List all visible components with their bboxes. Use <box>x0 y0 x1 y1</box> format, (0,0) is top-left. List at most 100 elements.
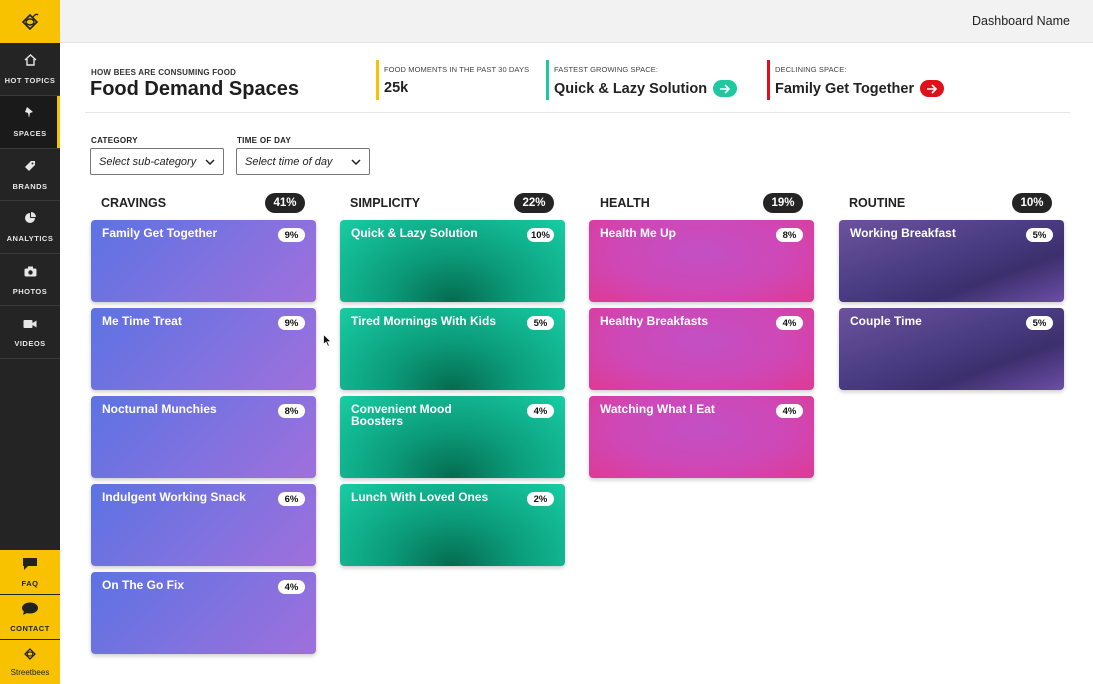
sidebar-item-label: SPACES <box>13 129 47 138</box>
space-card-percent: 6% <box>278 492 305 506</box>
sidebar-item-spaces[interactable]: SPACES <box>0 96 60 148</box>
space-card-me-time-treat[interactable]: Me Time Treat 9% <box>91 308 316 390</box>
space-card-nocturnal-munchies[interactable]: Nocturnal Munchies 8% <box>91 396 316 478</box>
stat-caption: FASTEST GROWING SPACE: <box>554 65 659 74</box>
space-card-name: Working Breakfast <box>850 226 956 240</box>
sidebar-item-label: BRANDS <box>12 182 48 191</box>
sidebar-item-analytics[interactable]: ANALYTICS <box>0 201 60 253</box>
header-divider <box>85 112 1070 113</box>
column-title-cravings: CRAVINGS <box>101 196 167 210</box>
speech-bubble-icon <box>21 602 39 621</box>
space-card-working-breakfast[interactable]: Working Breakfast 5% <box>839 220 1064 302</box>
sidebar: HOT TOPICS SPACES BRANDS ANALYTICS PHOTO… <box>0 0 60 684</box>
space-card-name: Healthy Breakfasts <box>600 314 709 328</box>
faq-label: FAQ <box>21 578 39 588</box>
space-card-percent: 8% <box>278 404 305 418</box>
space-card-indulgent-working-snack[interactable]: Indulgent Working Snack 6% <box>91 484 316 566</box>
contact-button[interactable]: CONTACT <box>0 595 60 639</box>
space-card-family-get-together[interactable]: Family Get Together 9% <box>91 220 316 302</box>
column-percent-badge: 22% <box>514 193 554 213</box>
space-card-health-me-up[interactable]: Health Me Up 8% <box>589 220 814 302</box>
mouse-cursor-icon <box>323 333 333 352</box>
space-card-name: Nocturnal Munchies <box>102 402 217 416</box>
brand-name: Streetbees <box>10 668 50 677</box>
space-card-percent: 5% <box>527 316 554 330</box>
stat-value: 25k <box>384 80 409 96</box>
space-card-percent: 10% <box>527 228 554 242</box>
chevron-down-icon <box>205 156 215 168</box>
page-eyebrow: HOW BEES ARE CONSUMING FOOD <box>91 68 237 77</box>
tag-icon <box>24 159 36 177</box>
space-card-convenient-mood-boosters[interactable]: Convenient Mood Boosters 4% <box>340 396 565 478</box>
space-card-name: Health Me Up <box>600 226 677 240</box>
time-of-day-select[interactable]: Select time of day <box>236 148 370 175</box>
streetbees-logo: Streetbees <box>0 640 60 684</box>
space-card-name: Family Get Together <box>102 226 218 240</box>
arrow-right-icon[interactable] <box>713 80 738 97</box>
space-card-name: Quick & Lazy Solution <box>351 226 478 240</box>
space-card-percent: 8% <box>776 228 803 242</box>
home-icon <box>24 53 37 71</box>
stat-food-moments: FOOD MOMENTS IN THE PAST 30 DAYS 25k <box>376 60 536 100</box>
stat-value: Family Get Together <box>775 80 915 97</box>
space-card-quick-lazy-solution[interactable]: Quick & Lazy Solution 10% <box>340 220 565 302</box>
sidebar-item-brands[interactable]: BRANDS <box>0 149 60 201</box>
space-card-percent: 4% <box>278 580 305 594</box>
column-title-routine: ROUTINE <box>849 196 906 210</box>
category-select[interactable]: Select sub-category <box>90 148 224 175</box>
camera-icon <box>24 264 37 282</box>
space-card-name: Lunch With Loved Ones <box>351 490 489 504</box>
stat-fastest-growing: FASTEST GROWING SPACE: Quick & Lazy Solu… <box>546 60 756 100</box>
sidebar-item-label: PHOTOS <box>12 287 48 296</box>
space-card-percent: 5% <box>1026 228 1053 242</box>
column-title-health: HEALTH <box>600 196 650 210</box>
sidebar-item-label: ANALYTICS <box>6 234 54 243</box>
category-label: CATEGORY <box>91 136 138 145</box>
stat-caption: DECLINING SPACE: <box>775 65 847 74</box>
column-percent-badge: 10% <box>1012 193 1052 213</box>
chat-icon <box>22 557 38 576</box>
space-card-couple-time[interactable]: Couple Time 5% <box>839 308 1064 390</box>
page-title: Food Demand Spaces <box>90 78 299 100</box>
space-card-name: Tired Mornings With Kids <box>351 314 497 328</box>
space-card-name: Indulgent Working Snack <box>102 490 246 504</box>
space-card-name: Convenient Mood Boosters <box>351 402 452 428</box>
select-value: Select sub-category <box>99 155 197 168</box>
space-card-percent: 5% <box>1026 316 1053 330</box>
sidebar-item-label: VIDEOS <box>14 339 46 348</box>
space-card-percent: 9% <box>278 228 305 242</box>
column-percent-badge: 19% <box>763 193 803 213</box>
dashboard-name[interactable]: Dashboard Name <box>972 14 1070 28</box>
space-card-lunch-with-loved-ones[interactable]: Lunch With Loved Ones 2% <box>340 484 565 566</box>
space-card-percent: 4% <box>776 316 803 330</box>
pin-icon <box>24 106 36 124</box>
sidebar-item-photos[interactable]: PHOTOS <box>0 254 60 306</box>
space-card-percent: 4% <box>527 404 554 418</box>
space-card-tired-mornings-with-kids[interactable]: Tired Mornings With Kids 5% <box>340 308 565 390</box>
video-icon <box>23 316 37 334</box>
contact-label: CONTACT <box>10 623 50 633</box>
sidebar-item-label: HOT TOPICS <box>4 76 56 85</box>
space-card-watching-what-i-eat[interactable]: Watching What I Eat 4% <box>589 396 814 478</box>
space-card-name: Me Time Treat <box>102 314 182 328</box>
space-card-name: On The Go Fix <box>102 578 185 592</box>
pie-chart-icon <box>24 211 36 229</box>
space-card-percent: 2% <box>527 492 554 506</box>
space-card-healthy-breakfasts[interactable]: Healthy Breakfasts 4% <box>589 308 814 390</box>
stat-value: Quick & Lazy Solution <box>554 80 708 97</box>
space-card-on-the-go-fix[interactable]: On The Go Fix 4% <box>91 572 316 654</box>
faq-button[interactable]: FAQ <box>0 550 60 594</box>
column-title-simplicity: SIMPLICITY <box>350 196 421 210</box>
arrow-right-icon[interactable] <box>920 80 945 97</box>
top-bar: Dashboard Name <box>60 0 1093 43</box>
space-card-percent: 4% <box>776 404 803 418</box>
space-card-name: Watching What I Eat <box>600 402 715 416</box>
sidebar-item-videos[interactable]: VIDEOS <box>0 306 60 358</box>
chevron-down-icon <box>351 156 361 168</box>
sidebar-item-hot-topics[interactable]: HOT TOPICS <box>0 43 60 95</box>
bee-logo-icon <box>22 647 38 666</box>
time-of-day-label: TIME OF DAY <box>237 136 292 145</box>
space-card-percent: 9% <box>278 316 305 330</box>
stat-caption: FOOD MOMENTS IN THE PAST 30 DAYS <box>384 65 530 74</box>
bee-logo-icon[interactable] <box>0 0 60 43</box>
